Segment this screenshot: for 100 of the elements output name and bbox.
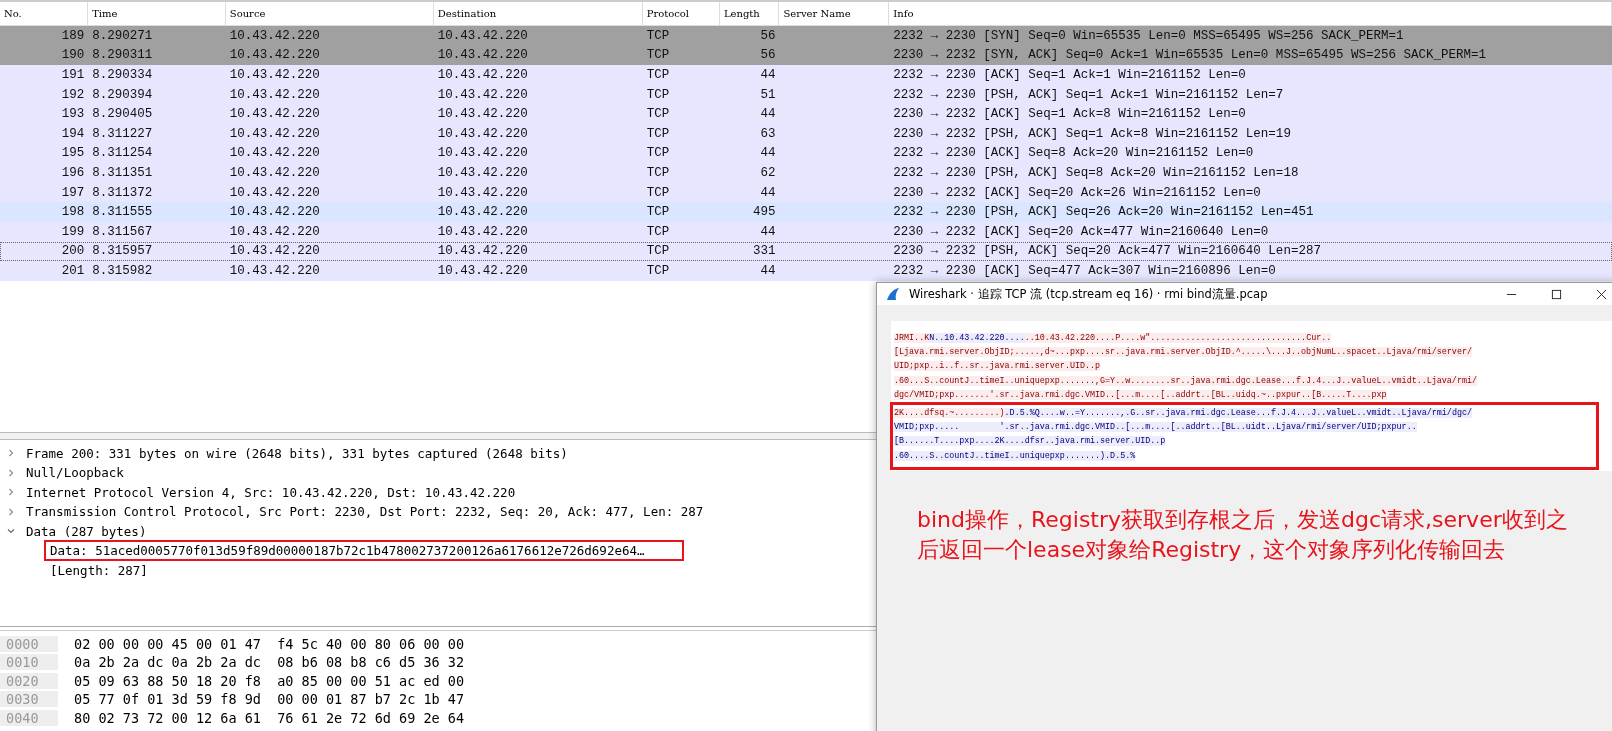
tree-item[interactable]: Internet Protocol Version 4, Src: 10.43.42.220, Dst: 10.43.42.220 (26, 484, 516, 500)
tree-item[interactable]: [Length: 287] (44, 559, 154, 581)
hex-bytes: 80 02 73 72 00 12 6a 61 76 61 2e 72 6d 69 2e 64 (73, 709, 465, 726)
tree-item[interactable]: Transmission Control Protocol, Src Port: 2230, Dst Port: 2232, Seq: 20, Ack: 477, Len: 287 (26, 504, 704, 520)
packet-row[interactable]: 194 8.311227 10.43.42.220 10.43.42.220 TCP 63 2230 → 2232 [PSH, ACK] Seq=1 Ack=8 Win=2161152 Len=19 (0, 123, 1612, 144)
table-cell: TCP (646, 224, 670, 239)
table-cell: 10.43.42.220 (437, 146, 528, 161)
table-cell: TCP (646, 146, 670, 161)
table-cell: 495 (752, 205, 776, 220)
column-header[interactable]: No. (0, 2, 89, 25)
table-cell: 199 (61, 224, 85, 239)
table-cell: 2232 → 2230 [PSH, ACK] Seq=1 Ack=1 Win=2161152 Len=7 (893, 87, 1284, 102)
table-cell: 8.311372 (92, 185, 153, 200)
tree-item[interactable]: Null/Loopback (26, 465, 124, 481)
table-cell: 8.290394 (92, 87, 153, 102)
table-cell: 2230 → 2232 [PSH, ACK] Seq=20 Ack=477 Win=2160640 Len=287 (893, 244, 1321, 259)
stream-text: N..10.43.42.220.... (929, 333, 1025, 343)
table-cell: TCP (646, 48, 670, 63)
table-cell: 10.43.42.220 (437, 205, 528, 220)
table-cell: 10.43.42.220 (437, 224, 528, 239)
table-cell: 2230 → 2232 [PSH, ACK] Seq=1 Ack=8 Win=2161152 Len=19 (893, 126, 1291, 141)
stream-text: ..10.43.42.220....P....w"...............................Cur.. (1024, 333, 1332, 343)
offset-label: 0040 (0, 709, 58, 726)
offset-label: 0020 (0, 672, 58, 689)
table-cell: 8.290405 (92, 107, 153, 122)
offset-label: 0000 (0, 635, 58, 652)
table-cell: TCP (646, 244, 670, 259)
table-cell: 198 (61, 205, 85, 220)
table-cell: 10.43.42.220 (229, 28, 320, 43)
table-cell: 200 (61, 244, 85, 259)
packet-row[interactable]: 196 8.311351 10.43.42.220 10.43.42.220 TCP 62 2232 → 2230 [PSH, ACK] Seq=8 Ack=20 Win=2161152 Len=18 (0, 163, 1612, 183)
table-cell: 10.43.42.220 (437, 68, 528, 82)
table-cell: 192 (61, 87, 85, 102)
table-cell: 2232 → 2230 [ACK] Seq=477 Ack=307 Win=2160896 Len=0 (893, 263, 1276, 278)
table-cell: 10.43.42.220 (437, 165, 528, 180)
table-cell: 8.290271 (92, 28, 153, 43)
tree-item[interactable]: Data: 51aced0005770f013d59f89d00000187b72c1b478002737200126a6176612e726d692e64… (44, 540, 684, 562)
hex-bytes: 02 00 00 00 45 00 01 47 f4 5c 40 00 80 06 00 00 (73, 635, 465, 652)
table-cell: 44 (760, 146, 776, 161)
packet-row[interactable]: 190 8.290311 10.43.42.220 10.43.42.220 TCP 56 2230 → 2232 [SYN, ACK] Seq=0 Ack=1 Win=65535 Len=0 MSS=65495 WS=256 SACK_PERM=1 (0, 45, 1612, 66)
packet-row[interactable]: 198 8.311555 10.43.42.220 10.43.42.220 TCP 495 2232 → 2230 [PSH, ACK] Seq=26 Ack=20 Win=2161152 Len=451 (0, 202, 1612, 222)
table-cell: 190 (61, 48, 85, 63)
table-cell: 193 (61, 107, 85, 122)
window-title: Wireshark · 追踪 TCP 流 (tcp.stream eq 16) · rmi bind流量.pcap (909, 286, 1269, 302)
stream-text: dgc/VMID;pxp.......'.sr..java.rmi.dgc.VMID..[...m....[..addrt..[BL..uidq.~..pxpur..[B.....T....pxp (894, 389, 1387, 400)
column-header[interactable]: Length (719, 2, 780, 25)
stream-text: 2K....dfsq.~.........) (894, 407, 1005, 418)
column-header[interactable]: Time (88, 2, 226, 25)
table-cell: 8.311567 (92, 224, 153, 239)
table-cell: 10.43.42.220 (437, 126, 528, 141)
column-header[interactable]: Info (889, 2, 1612, 25)
table-cell: 10.43.42.220 (229, 107, 320, 122)
table-cell: 331 (752, 244, 776, 259)
annotation-text: bind操作，Registry获取到存根之后，发送dgc请求,server收到之后返回一个lease对象给Registry，这个对象序列化传输回去 (917, 506, 1569, 564)
table-cell: TCP (646, 87, 670, 102)
table-cell: 2232 → 2230 [ACK] Seq=1 Ack=1 Win=2161152 Len=0 (893, 68, 1246, 82)
table-cell: 51 (760, 87, 776, 102)
table-cell: TCP (646, 126, 670, 141)
packet-row[interactable]: 201 8.315982 10.43.42.220 10.43.42.220 TCP 44 2232 → 2230 [ACK] Seq=477 Ack=307 Win=2160896 Len=0 (0, 261, 1612, 281)
packet-row[interactable]: 191 8.290334 10.43.42.220 10.43.42.220 TCP 44 2232 → 2230 [ACK] Seq=1 Ack=1 Win=2161152 Len=0 (0, 65, 1612, 85)
table-cell: 8.315957 (92, 244, 153, 259)
table-cell: 10.43.42.220 (437, 244, 528, 259)
table-cell: 10.43.42.220 (437, 263, 528, 278)
table-cell: TCP (646, 205, 670, 220)
table-cell: 8.311254 (92, 146, 153, 161)
table-cell: TCP (646, 263, 670, 278)
table-cell: 191 (61, 68, 85, 82)
stream-text: .D.5.%Q....w..=Y.......,.G..sr..java.rmi.dgc.Lease...f.J.4...J..valueL..vmidt..Ljava/rmi/dgc/ (1004, 407, 1472, 418)
stream-text: .60...S..countJ..timeI..uniquepxp.......,G=Y..w........sr..java.rmi.dgc.Lease...f.J.4...J..valueL..vmidt..Ljava/rmi/ (894, 375, 1477, 386)
column-header[interactable]: Protocol (642, 2, 720, 25)
table-cell: 201 (61, 263, 85, 278)
table-cell: 197 (61, 185, 85, 200)
table-cell: 10.43.42.220 (437, 28, 528, 43)
table-cell: 63 (760, 126, 776, 141)
column-header[interactable]: Source (225, 2, 434, 25)
packet-row[interactable]: 197 8.311372 10.43.42.220 10.43.42.220 TCP 44 2230 → 2232 [ACK] Seq=20 Ack=26 Win=2161152 Len=0 (0, 182, 1612, 203)
table-cell: 10.43.42.220 (437, 107, 528, 122)
table-cell: 62 (760, 165, 776, 180)
table-cell: 2232 → 2230 [SYN] Seq=0 Win=65535 Len=0 MSS=65495 WS=256 SACK_PERM=1 (893, 28, 1404, 43)
packet-row[interactable]: 195 8.311254 10.43.42.220 10.43.42.220 TCP 44 2232 → 2230 [ACK] Seq=8 Ack=20 Win=2161152 Len=0 (0, 143, 1612, 164)
table-cell: 10.43.42.220 (229, 244, 320, 259)
packet-row[interactable]: 189 8.290271 10.43.42.220 10.43.42.220 TCP 56 2232 → 2230 [SYN] Seq=0 Win=65535 Len=0 MSS=65495 WS=256 SACK_PERM=1 (0, 26, 1612, 46)
column-header[interactable]: Server Name (779, 2, 890, 25)
packet-row[interactable]: 199 8.311567 10.43.42.220 10.43.42.220 TCP 44 2230 → 2232 [ACK] Seq=20 Ack=477 Win=2160640 Len=0 (0, 221, 1612, 242)
stream-text: VMID;pxp..... '.sr..java.rmi.dgc.VMID..[...m....[..addrt..[BL..uidt..Ljava/rmi/server/UID;pxpur.. (894, 422, 1417, 433)
table-cell: 195 (61, 146, 85, 161)
tree-item[interactable]: Data (287 bytes) (26, 523, 147, 539)
tree-item[interactable]: Frame 200: 331 bytes on wire (2648 bits), 331 bytes captured (2648 bits) (26, 445, 568, 461)
table-cell: 2232 → 2230 [ACK] Seq=8 Ack=20 Win=2161152 Len=0 (893, 146, 1254, 161)
table-cell: 8.290334 (92, 68, 153, 82)
table-cell: 10.43.42.220 (229, 48, 320, 63)
table-cell: TCP (646, 107, 670, 122)
table-cell: 10.43.42.220 (437, 87, 528, 102)
column-header[interactable]: Destination (433, 2, 643, 25)
packet-row[interactable]: 200 8.315957 10.43.42.220 10.43.42.220 TCP 331 2230 → 2232 [PSH, ACK] Seq=20 Ack=477 Win=2160640 Len=287 (0, 241, 1612, 262)
table-cell: 56 (760, 28, 776, 43)
packet-row[interactable]: 192 8.290394 10.43.42.220 10.43.42.220 TCP 51 2232 → 2230 [PSH, ACK] Seq=1 Ack=1 Win=2161152 Len=7 (0, 84, 1612, 105)
packet-row[interactable]: 193 8.290405 10.43.42.220 10.43.42.220 TCP 44 2230 → 2232 [ACK] Seq=1 Ack=8 Win=2161152 Len=0 (0, 104, 1612, 124)
table-cell: TCP (646, 28, 670, 43)
table-cell: 194 (61, 126, 85, 141)
